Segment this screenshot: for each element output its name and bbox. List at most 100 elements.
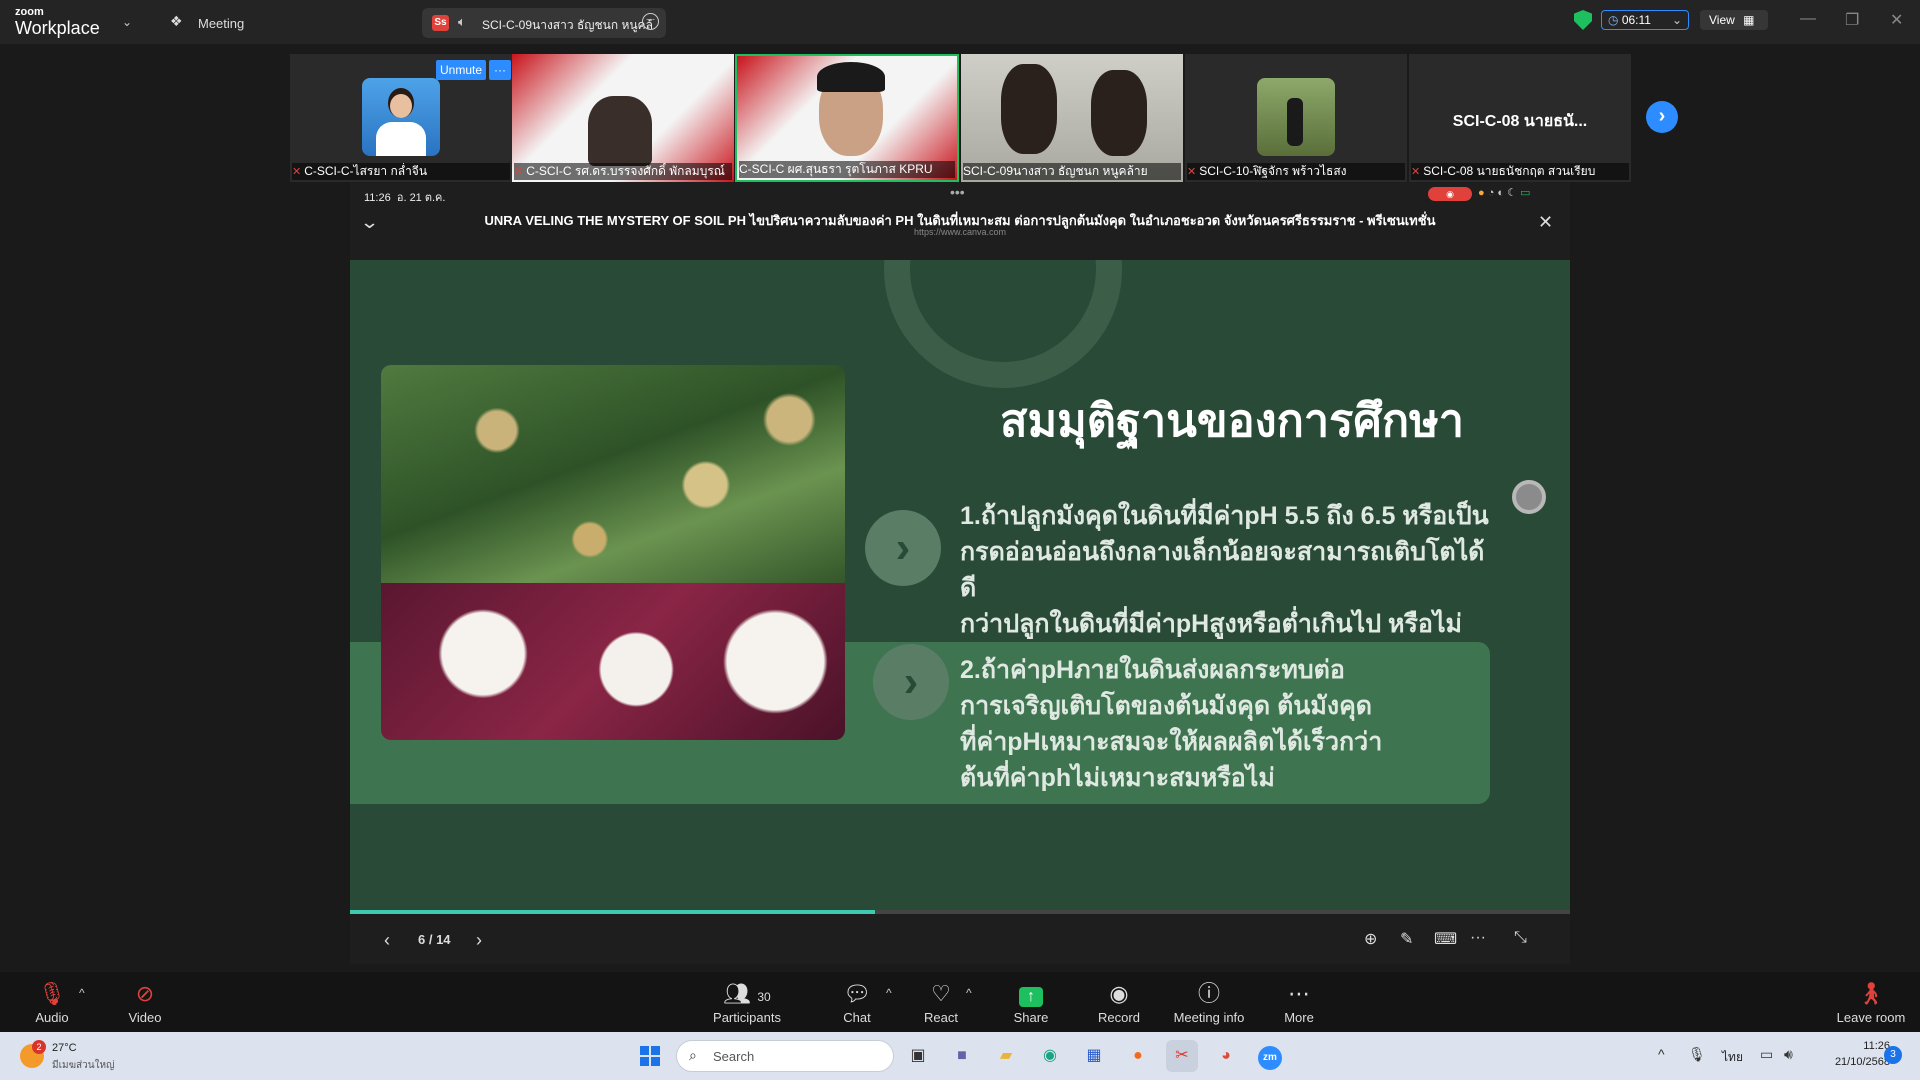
weather-badge: 2	[32, 1040, 46, 1054]
participant-video	[1001, 64, 1057, 154]
chat-button[interactable]: 💬︎ Chat	[812, 972, 902, 1032]
phone-status-time: 11:26 อ. 21 ต.ค.	[364, 192, 446, 204]
point1-arrow-icon: ›	[865, 510, 941, 586]
more-button[interactable]: ⋯ More	[1254, 972, 1344, 1032]
next-slide-icon[interactable]: ›	[476, 930, 482, 951]
muted-mic-icon: ✕	[1411, 166, 1421, 178]
close-presentation-icon[interactable]: ✕	[1538, 212, 1553, 233]
participant-name: ✕ SCI-C-10-ฬิฐจักร พร้าวไธสง	[1187, 163, 1405, 180]
react-options-caret[interactable]: ^	[966, 986, 972, 1000]
participant-tile-active-speaker[interactable]: C-SCI-C ผศ.สุนธรา รุตโนภาส KPRU	[735, 54, 959, 182]
restore-icon[interactable]: ❐	[1845, 10, 1859, 30]
drag-handle-icon[interactable]: •••	[950, 184, 965, 200]
windows-start-icon[interactable]	[640, 1046, 660, 1066]
search-icon: ⌕	[689, 1047, 697, 1063]
clock-time[interactable]: 11:26	[1820, 1040, 1890, 1052]
participant-avatar	[362, 78, 440, 156]
file-explorer-icon[interactable]: ▰	[990, 1040, 1022, 1072]
minimize-icon[interactable]: —	[1800, 10, 1816, 28]
network-icon[interactable]: ▭	[1760, 1046, 1773, 1063]
grid-icon: ▦	[1743, 13, 1755, 27]
volume-icon[interactable]: 🔊︎	[1784, 1046, 1793, 1063]
pointer-dot	[1512, 480, 1546, 514]
meeting-tab[interactable]: Meeting	[198, 16, 244, 31]
participant-video	[588, 96, 652, 166]
keyboard-icon[interactable]: ⌨	[1434, 929, 1457, 949]
mic-tray-icon[interactable]: 🎙︎	[1688, 1046, 1706, 1063]
collapse-chevron-icon[interactable]: ⌄	[360, 212, 380, 233]
leave-room-button[interactable]: 🚶︎ Leave room	[1826, 972, 1916, 1032]
participant-tile[interactable]: SCI-C-08 นายธนั... ✕ SCI-C-08 นายธนัชกฤต …	[1409, 54, 1631, 182]
video-button[interactable]: ⊘ Video	[100, 972, 190, 1032]
share-icon: ↑	[986, 982, 1076, 1007]
close-window-icon[interactable]: ✕	[1890, 10, 1903, 30]
store-icon[interactable]: ▦	[1078, 1040, 1110, 1072]
muted-mic-icon: ✕	[514, 166, 524, 178]
teams-icon[interactable]: ■	[946, 1040, 978, 1072]
unmute-button[interactable]: Unmute	[436, 60, 486, 80]
weather-desc: มีเมฆส่วนใหญ่	[52, 1060, 115, 1071]
more-options-icon[interactable]: ···	[642, 13, 659, 30]
share-badge: Ss	[432, 15, 449, 31]
chrome-icon[interactable]: ◕	[1210, 1040, 1242, 1072]
meeting-info-button[interactable]: ⓘ Meeting info	[1164, 972, 1254, 1032]
participant-tile[interactable]: SCI-C-09นางสาว ธัญชนก หนูคล้าย	[961, 54, 1183, 182]
weather-temp: 27°C	[52, 1042, 77, 1054]
snipping-tool-icon[interactable]: ✂	[1166, 1040, 1198, 1072]
audio-button[interactable]: 🎙︎ Audio	[7, 972, 97, 1032]
security-shield-icon[interactable]	[1574, 10, 1592, 30]
point2-arrow-icon: ›	[873, 644, 949, 720]
mangosteen-tree-photo	[381, 365, 845, 583]
participant-name: C-SCI-C ผศ.สุนธรา รุตโนภาส KPRU	[739, 161, 955, 178]
slide-counter: 6 / 14	[418, 932, 451, 947]
muted-mic-icon: ✕	[292, 166, 302, 178]
mangosteen-fruit-photo	[381, 583, 845, 740]
exit-fullscreen-icon[interactable]: ⤡	[1514, 929, 1527, 947]
react-button[interactable]: ♡ React	[896, 972, 986, 1032]
chevron-down-icon[interactable]: ⌄	[122, 15, 132, 29]
muted-mic-icon: ✕	[1187, 166, 1197, 178]
share-source-tab[interactable]: Ss 🔈︎ SCI-C-09นางสาว ธัญชนก หนูคล้ ···	[422, 8, 666, 38]
audio-options-caret[interactable]: ^	[79, 986, 85, 1000]
video-off-icon: ⊘	[135, 981, 155, 1006]
view-button[interactable]: View ▦	[1700, 10, 1768, 30]
taskbar-search[interactable]: ⌕ Search	[676, 1040, 894, 1072]
clock-date[interactable]: 21/10/2568	[1800, 1056, 1890, 1068]
participant-name: SCI-C-09นางสาว ธัญชนก หนูคล้าย	[963, 163, 1181, 180]
participant-avatar	[1257, 78, 1335, 156]
hypothesis-1: 1.ถ้าปลูกมังคุดในดินที่มีค่าpH 5.5 ถึง 6…	[960, 502, 1489, 638]
language-indicator[interactable]: ไทย	[1722, 1048, 1743, 1067]
phone-status-icons: ● ◔ ◐ ☾ ▭	[1478, 187, 1531, 199]
people-icon: ❖	[170, 13, 183, 29]
prev-slide-icon[interactable]: ‹	[384, 930, 390, 951]
more-icon[interactable]: ···	[1470, 929, 1486, 947]
participant-big-name: SCI-C-08 นายธนั...	[1452, 113, 1588, 130]
clock-icon: ◷	[1608, 13, 1619, 27]
participants-button[interactable]: 👥︎ 30 Participants	[702, 972, 792, 1032]
edge-icon[interactable]: ◉	[1034, 1040, 1066, 1072]
record-icon: ◉	[1109, 981, 1129, 1006]
annotate-icon[interactable]: ✎	[1400, 929, 1413, 949]
zoom-app-icon[interactable]: zm	[1254, 1040, 1286, 1072]
tile-more-button[interactable]: ···	[489, 60, 511, 80]
hypothesis-2: 2.ถ้าค่าpHภายในดินส่งผลกระทบต่อ การเจริญเ…	[960, 656, 1383, 792]
share-button[interactable]: ↑ Share	[986, 972, 1076, 1032]
next-participants-button[interactable]: ›	[1646, 101, 1678, 133]
os-taskbar: 2 27°C มีเมฆส่วนใหญ่ ⌕ Search ▣ ■ ▰ ◉ ▦ …	[0, 1032, 1920, 1080]
participant-strip	[0, 44, 1920, 182]
participant-tile[interactable]: ✕ C-SCI-C รศ.ดร.บรรจงศักดิ์ พักลมบุรณ์	[512, 54, 734, 182]
info-icon: ⓘ	[1197, 981, 1220, 1006]
participant-name: ✕ SCI-C-08 นายธนัชกฤต สวนเรียบ	[1411, 163, 1629, 180]
task-view-icon[interactable]: ▣	[902, 1040, 934, 1072]
zoom-in-icon[interactable]: ⊕	[1364, 929, 1377, 949]
firefox-icon[interactable]: ●	[1122, 1040, 1154, 1072]
record-button[interactable]: ◉ Record	[1074, 972, 1164, 1032]
participant-name: ✕ C-SCI-C-ไสรยา กล่ำจีน	[292, 163, 510, 180]
meeting-timer[interactable]: ◷ 06:11 ⌄	[1601, 10, 1689, 30]
chat-options-caret[interactable]: ^	[886, 986, 892, 1000]
tray-overflow-icon[interactable]: ^	[1658, 1046, 1665, 1062]
notification-badge[interactable]: 3	[1884, 1046, 1902, 1064]
more-icon: ⋯	[1288, 981, 1310, 1006]
participant-tile[interactable]: ✕ SCI-C-10-ฬิฐจักร พร้าวไธสง	[1185, 54, 1407, 182]
slide-progress-track	[350, 910, 1570, 914]
